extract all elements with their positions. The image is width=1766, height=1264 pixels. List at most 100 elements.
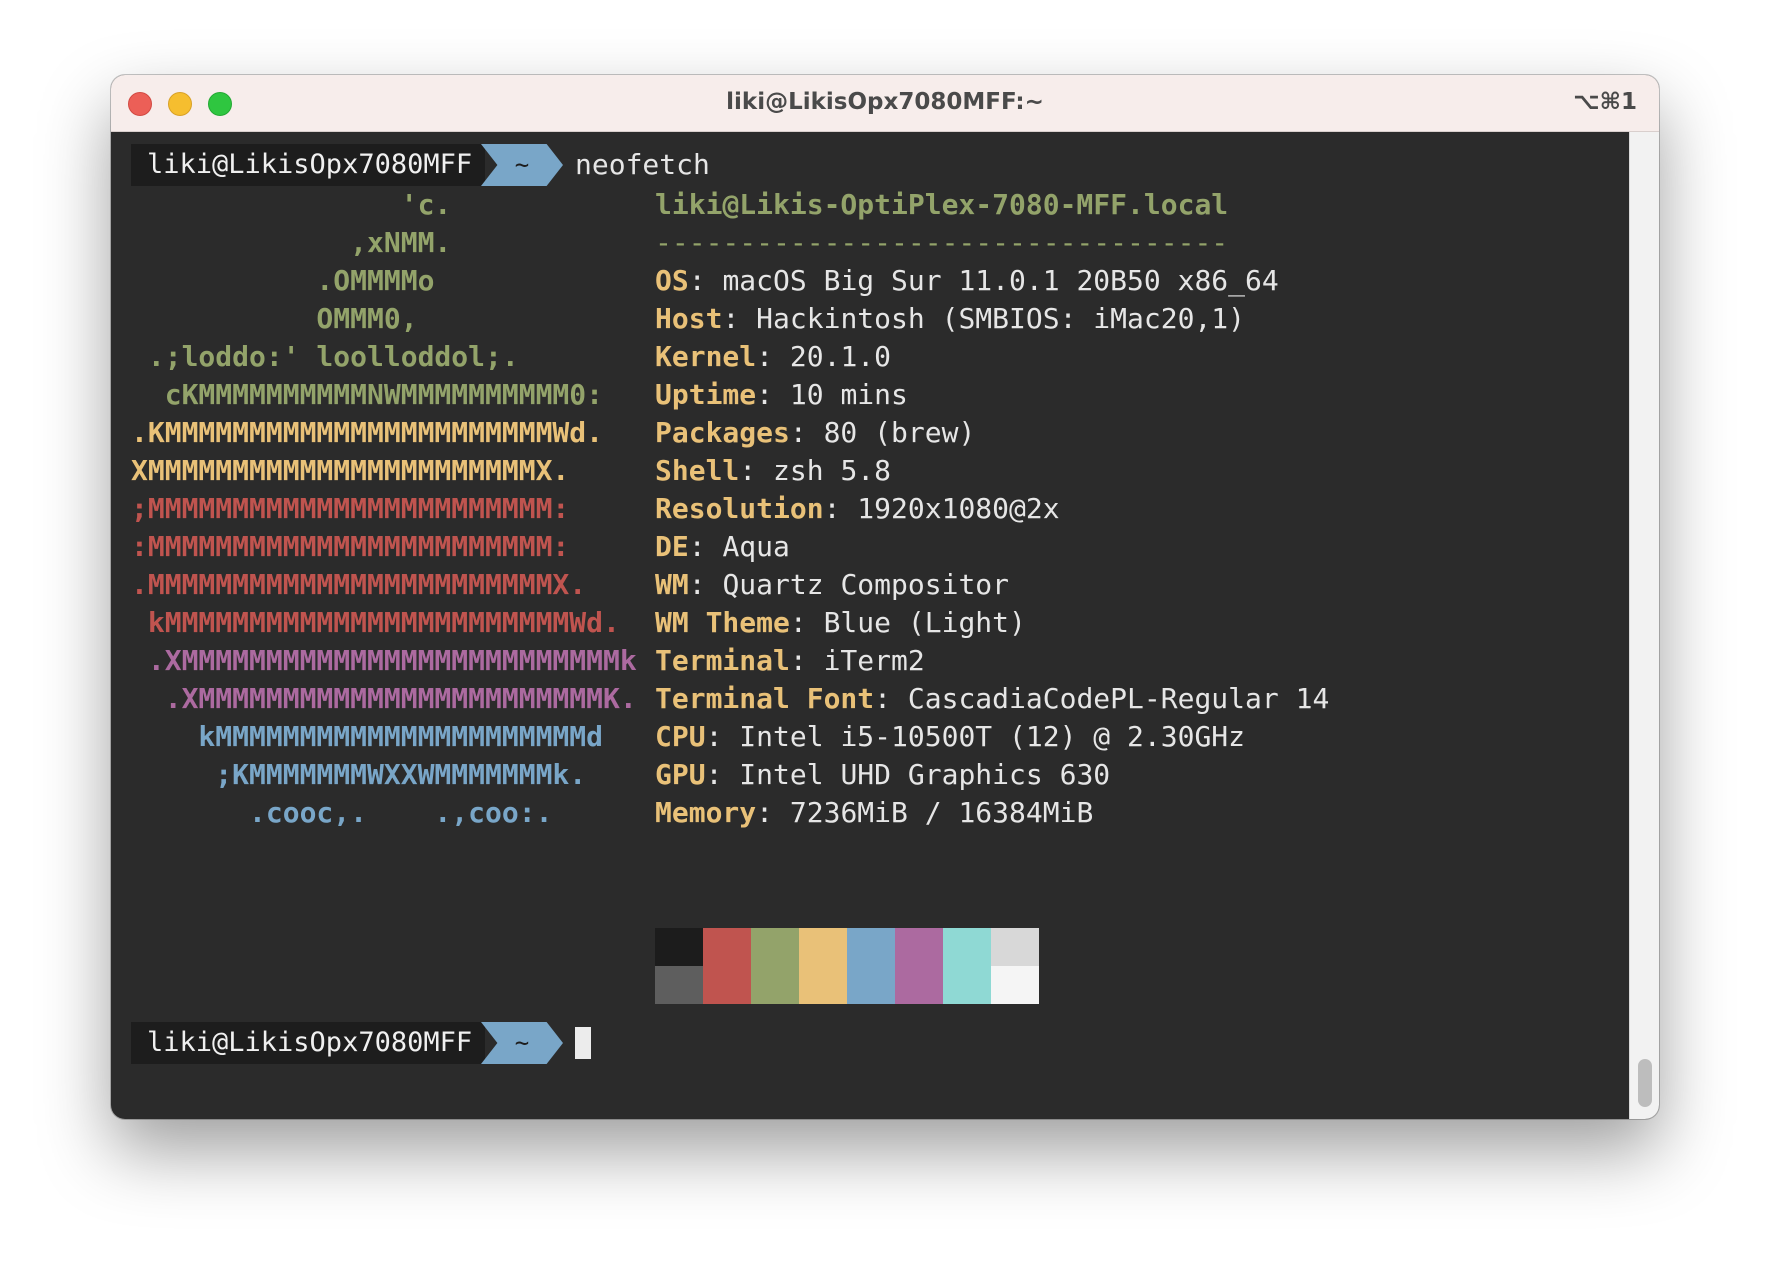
terminal-window: liki@LikisOpx7080MFF:~ ⌥⌘1 liki@LikisOpx…	[111, 75, 1659, 1119]
palette-swatch-bright	[895, 966, 943, 1004]
info-value: Quartz Compositor	[722, 568, 1010, 601]
prompt-directory: ~	[481, 144, 563, 186]
info-header: liki@Likis-OptiPlex-7080-MFF.local	[655, 188, 1229, 221]
info-row: Host: Hackintosh (SMBIOS: iMac20,1)	[655, 300, 1245, 338]
info-value: 7236MiB / 16384MiB	[789, 796, 1094, 829]
ascii-logo-line: .cooc,. .,coo:.	[131, 796, 553, 829]
info-colon: :	[874, 682, 908, 715]
info-separator: ----------------------------------	[655, 226, 1229, 259]
scrollbar-thumb[interactable]	[1638, 1059, 1652, 1107]
ascii-logo-line: OMMM0,	[131, 302, 418, 335]
info-key: Kernel	[655, 340, 757, 373]
tab-shortcut-label: ⌥⌘1	[1573, 89, 1637, 115]
info-key: Terminal Font	[655, 682, 875, 715]
text-cursor	[575, 1027, 591, 1059]
info-row: Terminal: iTerm2	[655, 642, 925, 680]
info-colon: :	[722, 302, 757, 335]
info-key: CPU	[655, 720, 706, 753]
info-colon: :	[823, 492, 858, 525]
palette-swatch-bright	[943, 966, 991, 1004]
info-value: CascadiaCodePL-Regular 14	[907, 682, 1330, 715]
info-row: Terminal Font: CascadiaCodePL-Regular 14	[655, 680, 1329, 718]
info-value: Intel UHD Graphics 630	[739, 758, 1111, 791]
info-row: WM Theme: Blue (Light)	[655, 604, 1026, 642]
prompt-user-host: liki@LikisOpx7080MFF	[131, 144, 485, 186]
info-colon: :	[688, 530, 723, 563]
window-title: liki@LikisOpx7080MFF:~	[726, 89, 1044, 115]
info-row: Kernel: 20.1.0	[655, 338, 891, 376]
palette-swatch-bright	[751, 966, 799, 1004]
info-key: Uptime	[655, 378, 757, 411]
info-key: Shell	[655, 454, 740, 487]
info-value: 1920x1080@2x	[857, 492, 1060, 525]
ascii-logo-line: .KMMMMMMMMMMMMMMMMMMMMMMMWd.	[131, 416, 604, 449]
palette-swatch-normal	[847, 928, 895, 966]
palette-swatch-bright	[847, 966, 895, 1004]
palette-swatch-bright	[799, 966, 847, 1004]
info-key: WM Theme	[655, 606, 790, 639]
ascii-logo-line: :MMMMMMMMMMMMMMMMMMMMMMMM:	[131, 530, 570, 563]
info-value: Hackintosh (SMBIOS: iMac20,1)	[756, 302, 1246, 335]
info-colon: :	[688, 264, 723, 297]
info-row: Shell: zsh 5.8	[655, 452, 891, 490]
ascii-logo-line: XMMMMMMMMMMMMMMMMMMMMMMMX.	[131, 454, 570, 487]
info-key: Terminal	[655, 644, 790, 677]
ascii-logo-line: 'c.	[131, 188, 452, 221]
info-colon: :	[688, 568, 723, 601]
info-value: 20.1.0	[789, 340, 892, 373]
info-row: Uptime: 10 mins	[655, 376, 908, 414]
info-key: GPU	[655, 758, 706, 791]
info-value: 10 mins	[789, 378, 908, 411]
info-colon: :	[756, 796, 790, 829]
info-row: Resolution: 1920x1080@2x	[655, 490, 1060, 528]
palette-swatch-normal	[751, 928, 799, 966]
info-row: CPU: Intel i5-10500T (12) @ 2.30GHz	[655, 718, 1245, 756]
info-colon: :	[789, 606, 824, 639]
info-key: DE	[655, 530, 689, 563]
info-colon: :	[756, 340, 790, 373]
info-row: WM: Quartz Compositor	[655, 566, 1009, 604]
info-row: OS: macOS Big Sur 11.0.1 20B50 x86_64	[655, 262, 1279, 300]
info-row: DE: Aqua	[655, 528, 790, 566]
palette-swatch-normal	[991, 928, 1039, 966]
info-value: Intel i5-10500T (12) @ 2.30GHz	[739, 720, 1246, 753]
info-value: zsh 5.8	[773, 454, 892, 487]
ascii-logo-line: kMMMMMMMMMMMMMMMMMMMMMMMMWd.	[131, 606, 620, 639]
info-colon: :	[705, 758, 740, 791]
info-value: Blue (Light)	[823, 606, 1026, 639]
info-colon: :	[789, 416, 824, 449]
info-row: Memory: 7236MiB / 16384MiB	[655, 794, 1093, 832]
ascii-logo-line: kMMMMMMMMMMMMMMMMMMMMMMd	[131, 720, 604, 753]
info-colon: :	[756, 378, 790, 411]
info-value: 80 (brew)	[823, 416, 976, 449]
info-key: Memory	[655, 796, 757, 829]
info-value: macOS Big Sur 11.0.1 20B50 x86_64	[722, 264, 1279, 297]
info-key: OS	[655, 264, 689, 297]
ascii-logo-line: .MMMMMMMMMMMMMMMMMMMMMMMMX.	[131, 568, 587, 601]
palette-swatch-bright	[655, 966, 703, 1004]
info-row: GPU: Intel UHD Graphics 630	[655, 756, 1110, 794]
ascii-logo-line: .OMMMMo	[131, 264, 435, 297]
title-bar: liki@LikisOpx7080MFF:~ ⌥⌘1	[111, 75, 1659, 132]
ascii-logo-line: .XMMMMMMMMMMMMMMMMMMMMMMMMK.	[131, 682, 637, 715]
command-text: neofetch	[575, 148, 710, 181]
info-colon: :	[739, 454, 774, 487]
palette-swatch-normal	[799, 928, 847, 966]
palette-swatch-normal	[895, 928, 943, 966]
prompt-user-host: liki@LikisOpx7080MFF	[131, 1022, 485, 1064]
color-palette	[655, 928, 1039, 1004]
terminal-content[interactable]: liki@LikisOpx7080MFF ~ neofetch 'c. ,xNM…	[111, 132, 1629, 1119]
info-key: Resolution	[655, 492, 824, 525]
ascii-logo-line: cKMMMMMMMMMMNWMMMMMMMMMM0:	[131, 378, 604, 411]
scrollbar[interactable]	[1629, 132, 1659, 1119]
palette-swatch-normal	[655, 928, 703, 966]
ascii-logo-line: .XMMMMMMMMMMMMMMMMMMMMMMMMMMk	[131, 644, 637, 677]
palette-swatch-normal	[943, 928, 991, 966]
info-colon: :	[705, 720, 740, 753]
palette-swatch-normal	[703, 928, 751, 966]
palette-swatch-bright	[703, 966, 751, 1004]
info-key: Packages	[655, 416, 790, 449]
ascii-logo-line: ;KMMMMMMMWXXWMMMMMMMk.	[131, 758, 587, 791]
info-value: iTerm2	[823, 644, 925, 677]
info-colon: :	[789, 644, 824, 677]
